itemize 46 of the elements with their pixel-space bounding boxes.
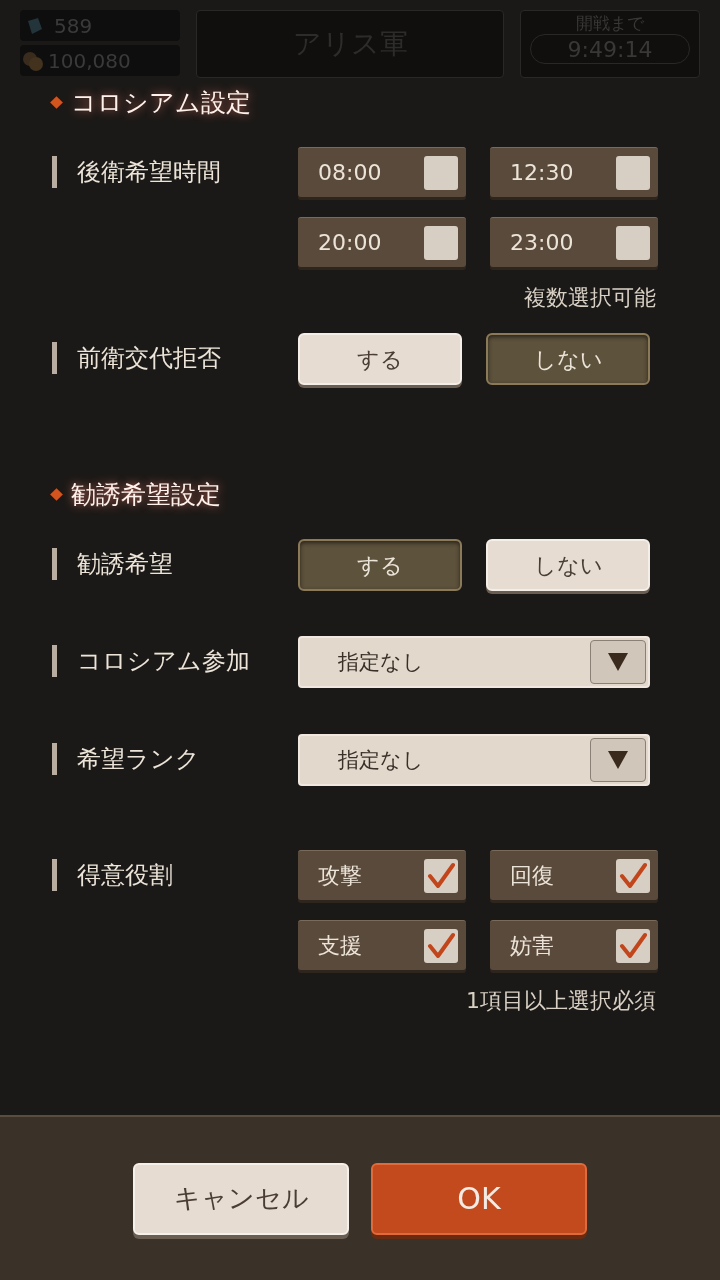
checkbox[interactable] [424, 928, 458, 963]
dropdown[interactable]: 指定なし [298, 636, 650, 688]
checkbox[interactable] [616, 155, 650, 190]
checkbox-option[interactable]: 回復 [490, 850, 658, 900]
row-label: 前衛交代拒否 [77, 346, 221, 370]
row-label: 後衛希望時間 [77, 160, 221, 184]
crystal-icon [26, 16, 44, 35]
checkbox[interactable] [424, 858, 458, 893]
checkmark-icon [619, 861, 647, 890]
checkbox-option[interactable]: 12:30 [490, 147, 658, 197]
checkbox-option[interactable]: 08:00 [298, 147, 466, 197]
diamond-bullet-icon [50, 95, 63, 109]
checkmark-icon [619, 931, 647, 960]
toggle-button[interactable]: する [298, 333, 462, 385]
coins-icon [22, 50, 44, 71]
checkbox[interactable] [616, 858, 650, 893]
row-label: 希望ランク [77, 747, 200, 771]
row-label: 得意役割 [77, 863, 173, 887]
section-title: コロシアム設定 [71, 89, 251, 115]
hint-text: 1項目以上選択必須 [466, 990, 656, 1012]
checkbox[interactable] [616, 225, 650, 260]
checkbox-option[interactable]: 妨害 [490, 920, 658, 970]
toggle-button[interactable]: しない [486, 539, 650, 591]
label-marker [52, 743, 57, 775]
checkbox-option[interactable]: 攻撃 [298, 850, 466, 900]
section-title: 勧誘希望設定 [71, 481, 221, 507]
checkbox[interactable] [424, 155, 458, 190]
row-label: コロシアム参加 [77, 649, 250, 673]
label-marker [52, 156, 57, 188]
checkbox-option[interactable]: 支援 [298, 920, 466, 970]
toggle-button[interactable]: する [298, 539, 462, 591]
checkmark-icon [427, 861, 455, 890]
checkbox-option[interactable]: 23:00 [490, 217, 658, 267]
hint-text: 複数選択可能 [524, 287, 656, 309]
toggle-button[interactable]: しない [486, 333, 650, 385]
label-marker [52, 645, 57, 677]
checkbox[interactable] [616, 928, 650, 963]
checkbox[interactable] [424, 225, 458, 260]
label-marker [52, 548, 57, 580]
label-marker [52, 859, 57, 891]
dropdown[interactable]: 指定なし [298, 734, 650, 786]
row-label: 勧誘希望 [77, 552, 173, 576]
diamond-bullet-icon [50, 487, 63, 501]
label-marker [52, 342, 57, 374]
checkmark-icon [427, 931, 455, 960]
checkbox-option[interactable]: 20:00 [298, 217, 466, 267]
